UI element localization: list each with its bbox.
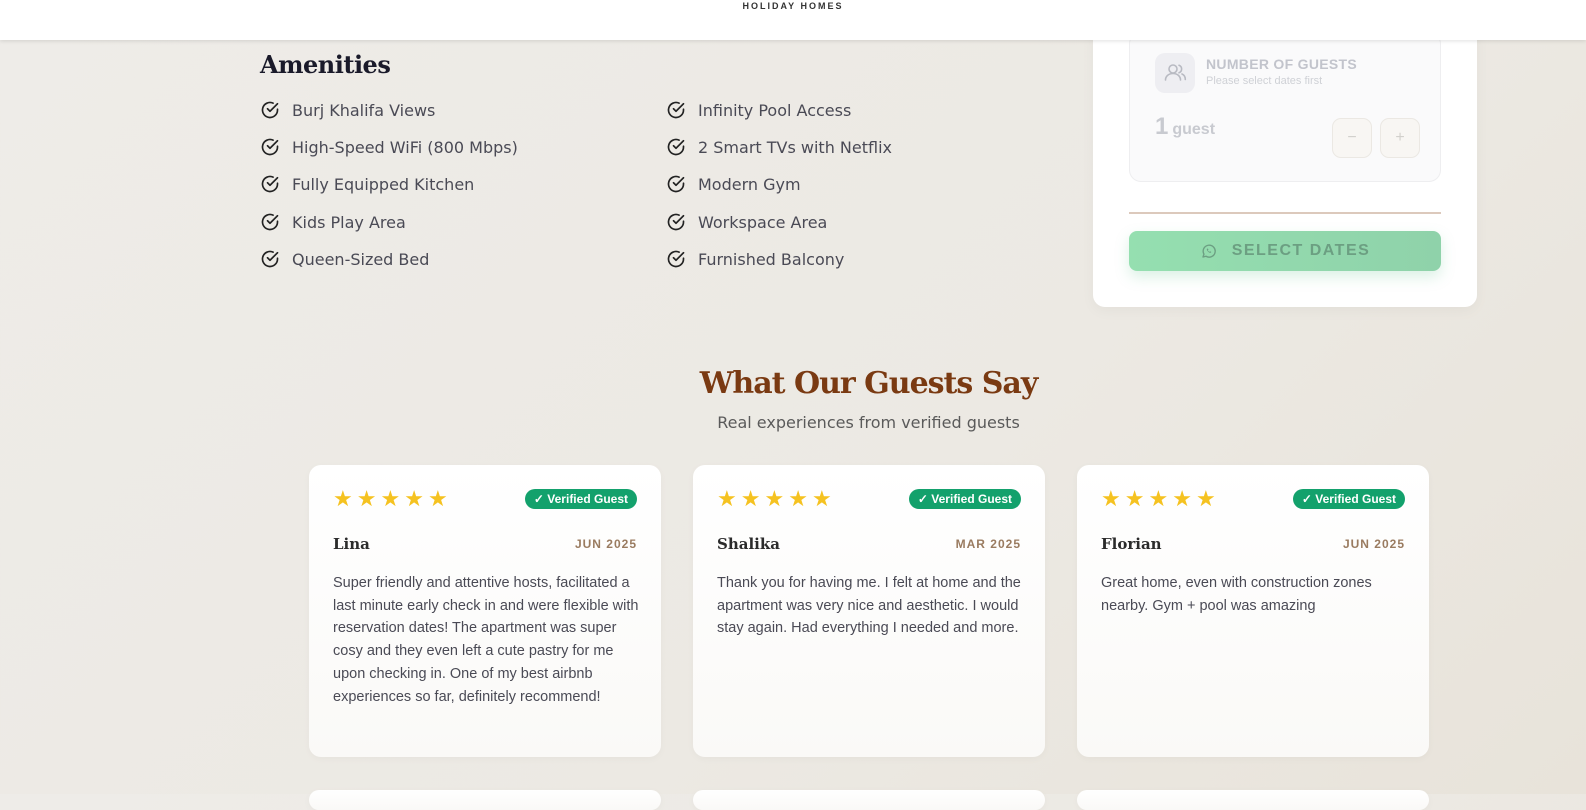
check-circle-icon: [261, 101, 279, 119]
amenity-label: Burj Khalifa Views: [292, 100, 436, 120]
booking-divider: [1129, 212, 1441, 214]
increase-guests-button[interactable]: +: [1380, 118, 1420, 158]
booking-widget: NUMBER OF GUESTS Please select dates fir…: [1093, 20, 1477, 307]
guest-count-value: 1: [1155, 113, 1169, 140]
reviews-title: What Our Guests Say: [699, 366, 1039, 401]
check-circle-icon: [667, 213, 685, 231]
star-icon: ★: [1195, 487, 1216, 512]
check-circle-icon: [261, 213, 279, 231]
amenity-item: Infinity Pool Access: [666, 100, 851, 120]
amenity-item: Kids Play Area: [260, 212, 406, 232]
star-icon: ★: [740, 487, 761, 512]
amenity-label: 2 Smart TVs with Netflix: [698, 137, 892, 157]
review-card: ★ ★ ★ ★ ★ ✓ Verified Guest Florian JUN 2025 …: [1077, 465, 1429, 757]
guest-count: 1 guest: [1155, 113, 1215, 141]
top-nav-bar: HOLIDAY HOMES: [0, 0, 1586, 40]
review-text: Thank you for having me. I felt at home …: [717, 575, 1021, 637]
amenity-label: Infinity Pool Access: [698, 100, 852, 120]
rating-stars: ★ ★ ★ ★ ★: [717, 488, 832, 512]
verified-guest-badge: ✓ Verified Guest: [524, 489, 637, 509]
amenity-item: Modern Gym: [666, 174, 801, 194]
star-icon: ★: [1172, 487, 1192, 512]
check-circle-icon: [667, 175, 685, 193]
check-circle-icon: [667, 101, 685, 119]
brand-logo-text[interactable]: HOLIDAY HOMES: [0, 0, 1586, 12]
decrease-guests-button[interactable]: −: [1332, 118, 1372, 158]
star-icon: ★: [356, 487, 377, 512]
star-icon: ★: [717, 487, 737, 512]
reviewer-name: Shalika: [717, 535, 780, 553]
amenity-label: Modern Gym: [698, 174, 801, 194]
review-text: Great home, even with construction zones…: [1101, 575, 1372, 614]
check-circle-icon: [667, 138, 685, 156]
amenity-item: 2 Smart TVs with Netflix: [666, 137, 892, 157]
check-circle-icon: [667, 250, 685, 268]
select-dates-label: SELECT DATES: [1231, 242, 1371, 259]
verified-guest-badge: ✓ Verified Guest: [908, 489, 1021, 509]
amenity-item: Queen-Sized Bed: [260, 249, 429, 269]
star-icon: ★: [1124, 487, 1145, 512]
review-text: Super friendly and attentive hosts, faci…: [333, 575, 639, 705]
check-circle-icon: [261, 138, 279, 156]
review-card: ★ ★ ★ ★ ★ ✓ Verified Guest Lina JUN 2025 Sup…: [309, 465, 661, 757]
users-icon: [1155, 53, 1195, 93]
guest-count-unit: guest: [1172, 121, 1216, 138]
star-icon: ★: [333, 487, 353, 512]
amenity-item: Furnished Balcony: [666, 249, 844, 269]
amenity-label: High-Speed WiFi (800 Mbps): [292, 137, 518, 157]
guests-label: NUMBER OF GUESTS: [1206, 56, 1358, 72]
select-dates-button[interactable]: SELECT DATES: [1129, 231, 1441, 271]
amenity-label: Fully Equipped Kitchen: [292, 174, 475, 194]
review-card: ★ ★ ★ ★ ★ ✓ Verified Guest Shalika MAR 2025 …: [693, 465, 1045, 757]
reviews-subtitle: Real experiences from verified guests: [717, 413, 1020, 432]
star-icon: ★: [811, 487, 832, 512]
amenities-title: Amenities: [260, 50, 391, 79]
star-icon: ★: [404, 487, 424, 512]
star-icon: ★: [788, 487, 808, 512]
star-icon: ★: [1148, 487, 1169, 512]
amenity-label: Queen-Sized Bed: [292, 249, 430, 269]
users-icon-svg: [1164, 64, 1187, 81]
amenity-item: Workspace Area: [666, 212, 827, 232]
rating-stars: ★ ★ ★ ★ ★: [1101, 488, 1216, 512]
review-date: JUN 2025: [1342, 537, 1405, 551]
reviewer-name: Lina: [333, 535, 370, 553]
check-circle-icon: [261, 250, 279, 268]
review-date: JUN 2025: [574, 537, 637, 551]
amenity-label: Workspace Area: [698, 212, 828, 232]
review-card-partial: [309, 790, 661, 810]
review-date: MAR 2025: [955, 537, 1021, 551]
whatsapp-icon: [1202, 244, 1216, 258]
guests-hint: Please select dates first: [1206, 75, 1323, 87]
guests-selector: NUMBER OF GUESTS Please select dates fir…: [1129, 32, 1441, 182]
star-icon: ★: [1101, 487, 1121, 512]
amenity-item: High-Speed WiFi (800 Mbps): [260, 137, 518, 157]
reviewer-name: Florian: [1101, 535, 1162, 553]
verified-guest-badge: ✓ Verified Guest: [1292, 489, 1405, 509]
rating-stars: ★ ★ ★ ★ ★: [333, 488, 448, 512]
star-icon: ★: [380, 487, 401, 512]
amenity-item: Burj Khalifa Views: [260, 100, 435, 120]
star-icon: ★: [764, 487, 785, 512]
check-circle-icon: [261, 175, 279, 193]
amenity-label: Kids Play Area: [292, 212, 406, 232]
amenity-item: Fully Equipped Kitchen: [260, 174, 474, 194]
star-icon: ★: [427, 487, 448, 512]
amenity-label: Furnished Balcony: [698, 249, 845, 269]
review-card-partial: [1077, 790, 1429, 810]
review-card-partial: [693, 790, 1045, 810]
